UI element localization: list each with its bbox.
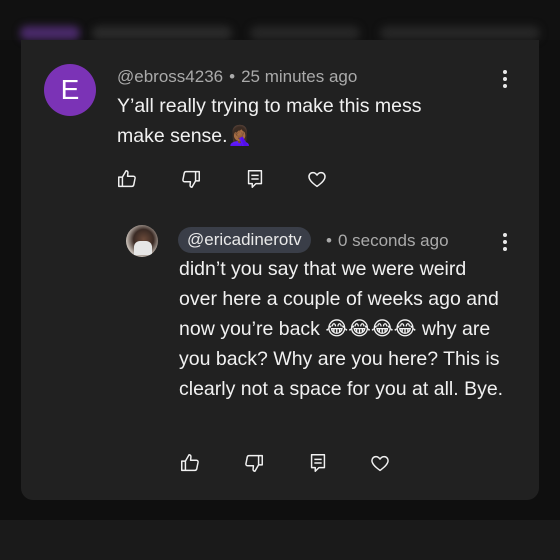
reply-author-handle[interactable]: @ericadinerotv: [178, 227, 311, 253]
avatar-figure: [134, 241, 152, 255]
comment-text: Y’all really trying to make this mess ma…: [117, 95, 422, 147]
thumbs-down-icon[interactable]: [243, 452, 265, 474]
comment-reply-icon[interactable]: [307, 452, 329, 474]
meta-separator: •: [326, 231, 332, 250]
comment-actions: [116, 168, 328, 190]
heart-icon[interactable]: [369, 452, 391, 474]
blurred-element: [380, 26, 540, 40]
top-blurred-bar: [0, 0, 560, 40]
reply-actions: [179, 452, 391, 474]
bottom-bar: [0, 520, 560, 560]
kebab-menu-icon[interactable]: [502, 233, 508, 253]
blurred-element: [92, 26, 232, 40]
thumbs-up-icon[interactable]: [116, 168, 138, 190]
comment-author[interactable]: @ebross4236: [117, 67, 223, 86]
meta-separator: •: [229, 67, 236, 86]
kebab-menu-icon[interactable]: [502, 70, 508, 90]
blurred-element: [250, 26, 360, 40]
commenter-avatar[interactable]: E: [44, 64, 96, 116]
heart-icon[interactable]: [306, 168, 328, 190]
thumbs-down-icon[interactable]: [180, 168, 202, 190]
comment-meta: @ebross4236 • 25 minutes ago: [117, 67, 357, 87]
comment-reply-icon[interactable]: [244, 168, 266, 190]
reply-author: @ericadinerotv: [187, 230, 302, 249]
reply-time[interactable]: 0 seconds ago: [338, 231, 449, 250]
blurred-element: [20, 26, 80, 40]
thumbs-up-icon[interactable]: [179, 452, 201, 474]
reply-text: didn’t you say that we were weird over h…: [179, 258, 504, 400]
comment-time[interactable]: 25 minutes ago: [241, 67, 357, 86]
reply-avatar[interactable]: [126, 225, 158, 257]
reply-meta: • 0 seconds ago: [326, 231, 449, 251]
